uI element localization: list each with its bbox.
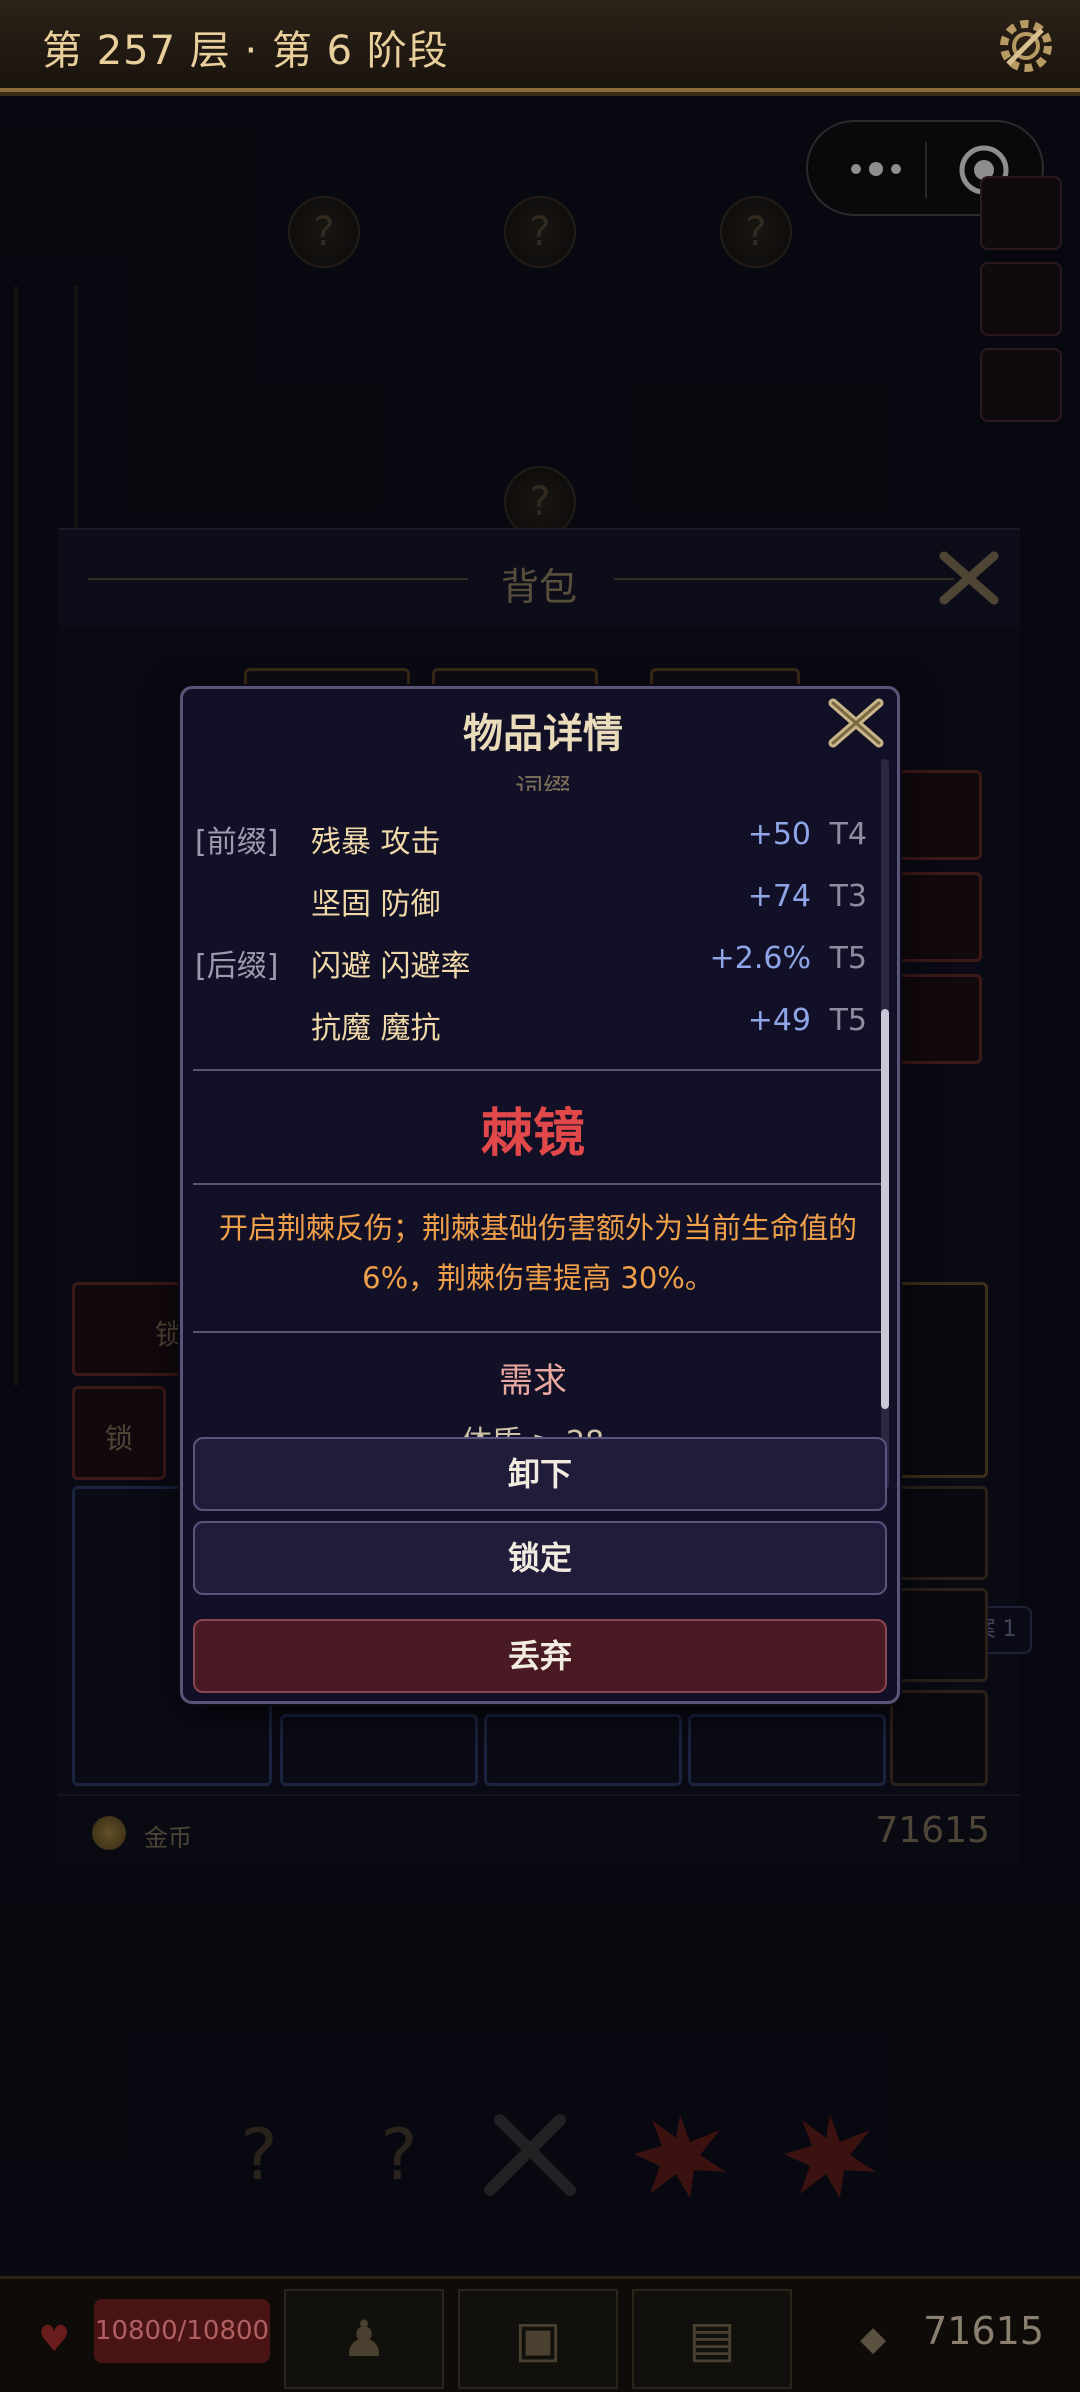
bag-button[interactable]: ▣	[458, 2289, 618, 2389]
affix-name: 坚固 防御	[311, 887, 441, 922]
affix-tier: T5	[829, 1003, 867, 1038]
affix-tag: [前缀]	[195, 825, 279, 860]
requirement-title: 需求	[499, 1361, 567, 1401]
lock-button[interactable]: 锁定	[193, 1521, 887, 1595]
section-divider	[193, 1183, 885, 1185]
affix-row: [后缀] 闪避 闪避率 +2.6% T5	[183, 935, 873, 985]
hp-display: 10800/10800	[94, 2299, 270, 2363]
affix-name: 残暴 攻击	[311, 825, 441, 860]
affix-row: [前缀] 残暴 攻击 +50 T4	[183, 811, 873, 861]
top-bar: 第 257 层 · 第 6 阶段	[0, 0, 1080, 92]
character-button[interactable]: ♟	[284, 2289, 444, 2389]
section-divider	[193, 1331, 885, 1333]
modal-close-icon[interactable]	[823, 693, 889, 753]
unique-effect-description: 开启荆棘反伤；荆棘基础伤害额外为当前生命值的 6%，荆棘伤害提高 30%。	[218, 1211, 857, 1295]
affix-name: 闪避 闪避率	[311, 949, 471, 984]
settings-gear-icon[interactable]	[990, 10, 1062, 82]
scrollbar[interactable]	[881, 759, 889, 1489]
section-divider	[193, 1069, 885, 1071]
scrollbar-thumb[interactable]	[881, 1009, 889, 1409]
affix-row: 抗魔 魔抗 +49 T5	[183, 997, 873, 1047]
heart-icon: ♥	[38, 2319, 71, 2360]
affix-value: +74	[747, 879, 811, 914]
discard-button[interactable]: 丢弃	[193, 1619, 887, 1693]
affix-tier: T5	[829, 941, 867, 976]
affix-value: +49	[747, 1003, 811, 1038]
unique-effect-name: 棘镜	[480, 1104, 585, 1164]
floor-stage-title: 第 257 层 · 第 6 阶段	[42, 28, 449, 74]
affix-row: 坚固 防御 +74 T3	[183, 873, 873, 923]
modal-title: 物品详情	[463, 711, 623, 757]
affix-value: +50	[747, 817, 811, 852]
codex-book-button[interactable]: ▤	[632, 2289, 792, 2389]
item-detail-scroll[interactable]: 词缀 [前缀] 残暴 攻击 +50 T4 坚固 防御 +74 T3 [后缀] 闪…	[183, 759, 897, 1481]
gold-pile-icon: ◆	[860, 2319, 887, 2359]
bottom-bar: ♥ 10800/10800 ♟ ▣ ▤ ◆ 71615	[0, 2276, 1080, 2392]
bottom-gold-value: 71615	[923, 2309, 1044, 2353]
unequip-button[interactable]: 卸下	[193, 1437, 887, 1511]
affix-value: +2.6%	[709, 941, 811, 976]
affix-section-header: 词缀	[514, 772, 571, 805]
affix-tier: T3	[829, 879, 867, 914]
affix-tag: [后缀]	[195, 949, 279, 984]
affix-tier: T4	[829, 817, 867, 852]
affix-name: 抗魔 魔抗	[311, 1011, 441, 1046]
item-detail-modal: 物品详情 词缀 [前缀] 残暴 攻击 +50 T4 坚固 防御 +74 T3 […	[180, 686, 900, 1704]
